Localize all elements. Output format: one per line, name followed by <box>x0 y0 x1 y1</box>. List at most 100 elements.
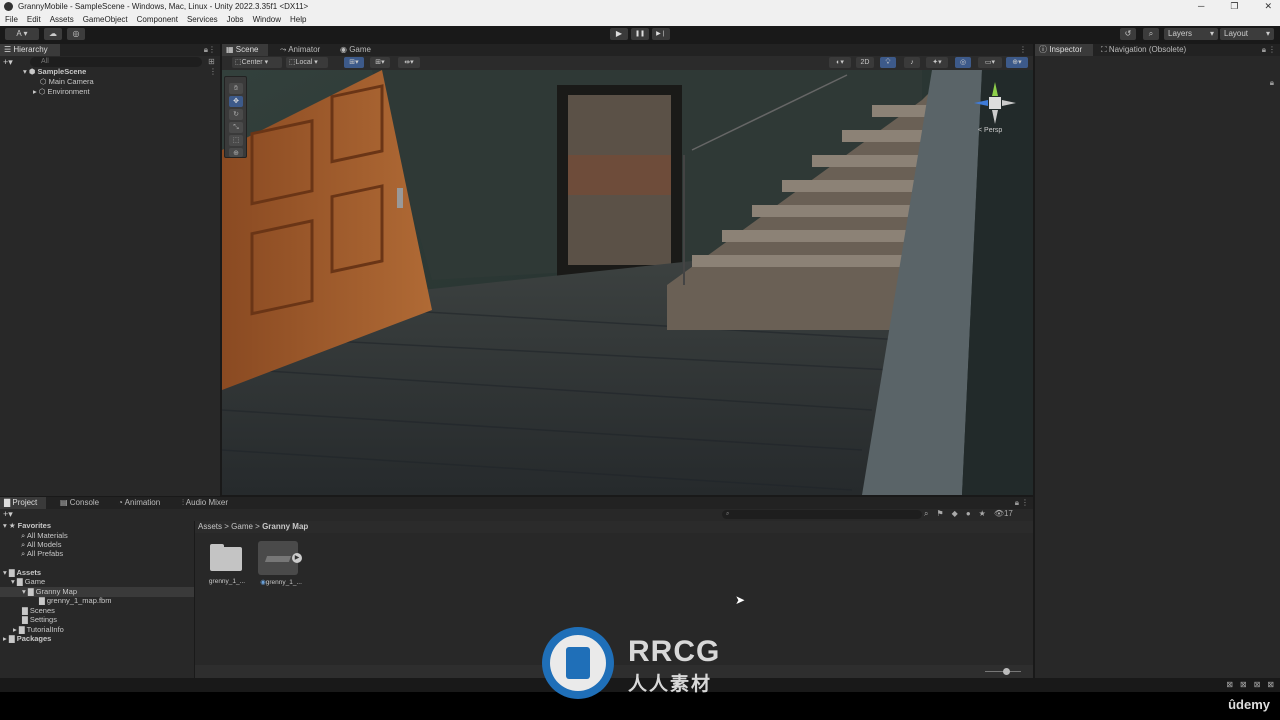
project-add-button[interactable]: +▾ <box>3 509 13 520</box>
grid-snap-icon[interactable]: ⊞▾ <box>344 57 364 68</box>
tree-item-settings[interactable]: ▇ Settings <box>22 615 57 625</box>
breadcrumb-item[interactable]: Granny Map <box>262 522 308 531</box>
tab-inspector[interactable]: ⓘ Inspector <box>1035 44 1093 56</box>
tab-animation[interactable]: ◔ Animation <box>114 497 170 509</box>
tab-animator[interactable]: ⤳ Animator <box>276 44 328 56</box>
favorite-icon[interactable]: ★ <box>979 509 986 519</box>
scene-gizmo[interactable]: < Persp <box>972 80 1018 140</box>
layers-dropdown[interactable]: Layers ▾ <box>1164 28 1218 40</box>
menu-edit[interactable]: Edit <box>27 13 41 26</box>
lighting-icon[interactable]: 💡︎ <box>880 57 896 68</box>
2d-toggle[interactable]: 2D <box>856 57 874 68</box>
tab-hierarchy[interactable]: ☰ Hierarchy <box>0 44 60 56</box>
cloud-icon[interactable]: ☁ <box>44 28 62 40</box>
hidden-count-badge[interactable]: 👁︎17 <box>994 509 1013 519</box>
close-button[interactable]: ✕ <box>1264 0 1272 13</box>
menu-file[interactable]: File <box>5 13 18 26</box>
add-button[interactable]: +▾ <box>3 57 21 67</box>
tree-item-fbm[interactable]: ▇ grenny_1_map.fbm <box>39 596 111 606</box>
pivot-dropdown[interactable]: ⬚Center ▾ <box>232 57 282 68</box>
scene-root[interactable]: ▾ ⬢ SampleScene <box>23 67 213 77</box>
menu-component[interactable]: Component <box>137 13 178 26</box>
folder-icon: ▇ <box>22 606 30 615</box>
persp-label[interactable]: < Persp <box>978 127 1002 134</box>
effects-icon[interactable]: ✦▾ <box>926 57 948 68</box>
step-button[interactable]: ▶❘ <box>652 28 670 40</box>
search-icon[interactable]: ⌕ <box>1143 28 1159 40</box>
pause-button[interactable]: ❚❚ <box>631 28 649 40</box>
menu-gameobject[interactable]: GameObject <box>83 13 128 26</box>
menu-jobs[interactable]: Jobs <box>227 13 244 26</box>
hand-tool-icon[interactable]: ✋︎ <box>229 83 243 94</box>
expand-arrow-icon[interactable]: ▶ <box>292 553 302 563</box>
transform-tool-icon[interactable]: ⊕ <box>229 148 243 157</box>
inspector-lock-icon[interactable]: 🔒︎ <box>1262 44 1266 56</box>
menu-services[interactable]: Services <box>187 13 218 26</box>
scene-menu-icon[interactable]: ⋮ <box>209 67 217 76</box>
scene-toolbar: ⬚Center ▾ ⬚Local ▾ ⊞▾ ⊞▾ ⇹▾ ◐▾ 2D 💡︎ ♪ ✦… <box>222 56 1033 70</box>
inspector-sublock-icon[interactable]: 🔒︎ <box>1270 78 1274 88</box>
breadcrumb-item[interactable]: Game <box>231 522 253 531</box>
camera-icon[interactable]: ▭▾ <box>978 57 1002 68</box>
rect-tool-icon[interactable]: ⬚ <box>229 135 243 146</box>
collab-icon[interactable]: ◎ <box>67 28 85 40</box>
animation-icon: ◔ <box>118 498 125 507</box>
tab-project[interactable]: ▇ Project <box>0 497 46 509</box>
project-more-icon[interactable]: ⋮ <box>1021 497 1029 509</box>
debug-icon[interactable]: ⊠ <box>1254 680 1261 689</box>
grid-icon[interactable]: ⊞▾ <box>370 57 390 68</box>
asset-tile-model[interactable]: ▶ ◉grenny_1_... <box>256 541 306 587</box>
hierarchy-item-main-camera[interactable]: ⬡ Main Camera <box>40 77 94 87</box>
label-icon[interactable]: ◆ <box>952 509 958 519</box>
draw-mode-icon[interactable]: ◐▾ <box>829 57 851 68</box>
account-button[interactable]: A ▾ <box>5 28 39 40</box>
favorites-header[interactable]: ▾ ★ Favorites <box>3 521 51 531</box>
asset-tile-folder[interactable]: grenny_1_... <box>205 541 249 587</box>
scene-tab-icon: ▦ <box>226 45 236 54</box>
breadcrumb-item[interactable]: Assets <box>198 522 222 531</box>
gizmos-icon[interactable]: ⊕▾ <box>1006 57 1028 68</box>
menu-window[interactable]: Window <box>253 13 281 26</box>
zoom-slider-handle[interactable] <box>1003 668 1010 675</box>
play-button[interactable]: ▶ <box>610 28 628 40</box>
tab-audio-mixer[interactable]: ⫶ Audio Mixer <box>178 497 242 509</box>
search-options-icon[interactable]: ⊞ <box>208 57 215 66</box>
project-search-icon: ⌕ <box>726 511 730 517</box>
tab-game[interactable]: ◉ Game <box>336 44 376 56</box>
scene-viewport[interactable] <box>222 70 1033 495</box>
notifications-icon[interactable]: ⊠ <box>1267 680 1274 689</box>
move-tool-icon[interactable]: ✥ <box>229 96 243 107</box>
log-icon[interactable]: ● <box>966 509 971 519</box>
tab-console[interactable]: ▤ Console <box>56 497 104 509</box>
audio-icon[interactable]: ♪ <box>904 57 920 68</box>
inspector-tab-label: Inspector <box>1049 45 1083 54</box>
space-dropdown[interactable]: ⬚Local ▾ <box>286 57 328 68</box>
project-lock-icon[interactable]: 🔒︎ <box>1015 497 1019 509</box>
project-search-input[interactable]: ⌕ <box>722 510 922 519</box>
favorite-item[interactable]: ⌕ All Prefabs <box>21 549 63 559</box>
more-menu-icon[interactable]: ⋮ <box>208 44 216 56</box>
maximize-button[interactable]: ❐ <box>1230 0 1238 13</box>
hidden-objects-icon[interactable]: ◎ <box>955 57 971 68</box>
rotate-tool-icon[interactable]: ↻ <box>229 109 243 120</box>
hierarchy-search-input[interactable]: All <box>30 57 202 67</box>
tree-item-game[interactable]: ▾ ▇ Game <box>11 577 45 587</box>
packages-header[interactable]: ▸ ▇ Packages <box>3 634 51 644</box>
menu-help[interactable]: Help <box>290 13 306 26</box>
menu-assets[interactable]: Assets <box>50 13 74 26</box>
progress-icon[interactable]: ⊠ <box>1226 680 1233 689</box>
watermark-brand: RRCG <box>628 635 721 668</box>
filter-type-icon[interactable]: ⚑ <box>936 509 943 519</box>
tab-navigation[interactable]: ⛶ Navigation (Obsolete) <box>1097 44 1213 56</box>
minimize-button[interactable]: ─ <box>1198 0 1204 13</box>
search-by-type-icon[interactable]: ⌕ <box>924 509 928 519</box>
scale-tool-icon[interactable]: ⤡ <box>229 122 243 133</box>
inspector-more-icon[interactable]: ⋮ <box>1268 44 1276 56</box>
layout-dropdown[interactable]: Layout ▾ <box>1220 28 1274 40</box>
increment-snap-icon[interactable]: ⇹▾ <box>398 57 420 68</box>
bake-icon[interactable]: ⊠ <box>1240 680 1247 689</box>
scene-more-icon[interactable]: ⋮ <box>1019 44 1027 56</box>
tab-scene[interactable]: ▦ Scene <box>222 44 268 56</box>
hierarchy-item-environment[interactable]: ▸ ⬡ Environment <box>33 87 90 97</box>
history-icon[interactable]: ↺ <box>1120 28 1136 40</box>
